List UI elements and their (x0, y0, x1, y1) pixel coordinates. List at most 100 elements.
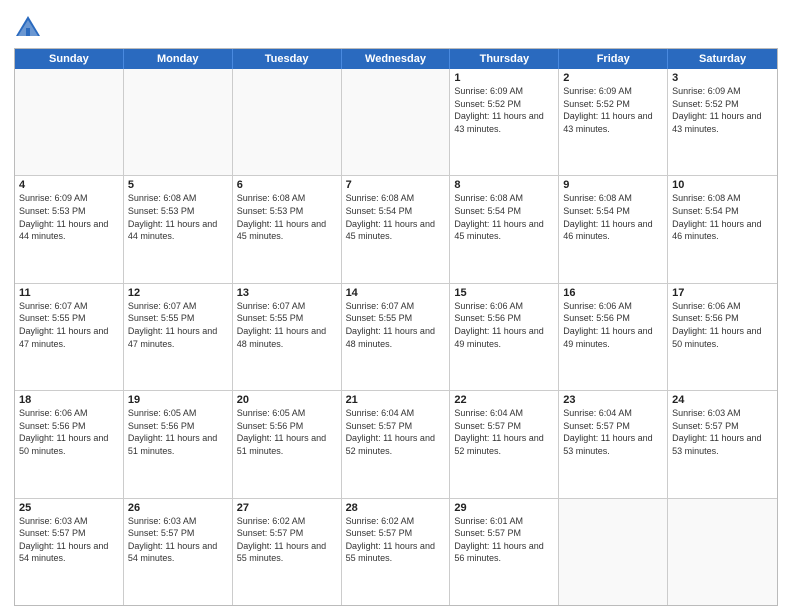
calendar-cell: 10Sunrise: 6:08 AM Sunset: 5:54 PM Dayli… (668, 176, 777, 282)
day-info: Sunrise: 6:08 AM Sunset: 5:54 PM Dayligh… (563, 192, 663, 242)
day-info: Sunrise: 6:07 AM Sunset: 5:55 PM Dayligh… (128, 300, 228, 350)
calendar-cell: 25Sunrise: 6:03 AM Sunset: 5:57 PM Dayli… (15, 499, 124, 605)
day-info: Sunrise: 6:01 AM Sunset: 5:57 PM Dayligh… (454, 515, 554, 565)
calendar-cell: 4Sunrise: 6:09 AM Sunset: 5:53 PM Daylig… (15, 176, 124, 282)
calendar-cell: 13Sunrise: 6:07 AM Sunset: 5:55 PM Dayli… (233, 284, 342, 390)
calendar-row: 11Sunrise: 6:07 AM Sunset: 5:55 PM Dayli… (15, 283, 777, 390)
calendar-cell: 15Sunrise: 6:06 AM Sunset: 5:56 PM Dayli… (450, 284, 559, 390)
day-number: 14 (346, 287, 446, 299)
calendar-cell: 22Sunrise: 6:04 AM Sunset: 5:57 PM Dayli… (450, 391, 559, 497)
calendar-day-header: Sunday (15, 49, 124, 69)
calendar-cell: 18Sunrise: 6:06 AM Sunset: 5:56 PM Dayli… (15, 391, 124, 497)
day-number: 27 (237, 502, 337, 514)
day-number: 25 (19, 502, 119, 514)
day-number: 10 (672, 179, 773, 191)
calendar-day-header: Wednesday (342, 49, 451, 69)
day-info: Sunrise: 6:02 AM Sunset: 5:57 PM Dayligh… (237, 515, 337, 565)
calendar-cell: 16Sunrise: 6:06 AM Sunset: 5:56 PM Dayli… (559, 284, 668, 390)
day-info: Sunrise: 6:03 AM Sunset: 5:57 PM Dayligh… (19, 515, 119, 565)
day-number: 7 (346, 179, 446, 191)
day-number: 1 (454, 72, 554, 84)
day-number: 23 (563, 394, 663, 406)
logo (14, 14, 46, 42)
day-info: Sunrise: 6:05 AM Sunset: 5:56 PM Dayligh… (128, 407, 228, 457)
calendar-cell (559, 499, 668, 605)
day-info: Sunrise: 6:08 AM Sunset: 5:54 PM Dayligh… (346, 192, 446, 242)
calendar-cell: 9Sunrise: 6:08 AM Sunset: 5:54 PM Daylig… (559, 176, 668, 282)
calendar-cell (342, 69, 451, 175)
day-number: 12 (128, 287, 228, 299)
calendar-body: 1Sunrise: 6:09 AM Sunset: 5:52 PM Daylig… (15, 69, 777, 605)
day-info: Sunrise: 6:04 AM Sunset: 5:57 PM Dayligh… (454, 407, 554, 457)
day-number: 24 (672, 394, 773, 406)
day-info: Sunrise: 6:03 AM Sunset: 5:57 PM Dayligh… (672, 407, 773, 457)
day-number: 5 (128, 179, 228, 191)
calendar-cell (233, 69, 342, 175)
calendar-cell: 29Sunrise: 6:01 AM Sunset: 5:57 PM Dayli… (450, 499, 559, 605)
day-info: Sunrise: 6:06 AM Sunset: 5:56 PM Dayligh… (19, 407, 119, 457)
day-info: Sunrise: 6:09 AM Sunset: 5:52 PM Dayligh… (454, 85, 554, 135)
calendar-day-header: Tuesday (233, 49, 342, 69)
day-info: Sunrise: 6:08 AM Sunset: 5:54 PM Dayligh… (454, 192, 554, 242)
day-number: 8 (454, 179, 554, 191)
calendar-day-header: Thursday (450, 49, 559, 69)
calendar-cell: 21Sunrise: 6:04 AM Sunset: 5:57 PM Dayli… (342, 391, 451, 497)
calendar-cell: 7Sunrise: 6:08 AM Sunset: 5:54 PM Daylig… (342, 176, 451, 282)
day-number: 11 (19, 287, 119, 299)
calendar-row: 18Sunrise: 6:06 AM Sunset: 5:56 PM Dayli… (15, 390, 777, 497)
calendar-day-header: Monday (124, 49, 233, 69)
page: SundayMondayTuesdayWednesdayThursdayFrid… (0, 0, 792, 612)
day-info: Sunrise: 6:07 AM Sunset: 5:55 PM Dayligh… (19, 300, 119, 350)
calendar-cell (15, 69, 124, 175)
day-info: Sunrise: 6:08 AM Sunset: 5:54 PM Dayligh… (672, 192, 773, 242)
calendar-cell: 20Sunrise: 6:05 AM Sunset: 5:56 PM Dayli… (233, 391, 342, 497)
calendar-cell: 1Sunrise: 6:09 AM Sunset: 5:52 PM Daylig… (450, 69, 559, 175)
day-number: 2 (563, 72, 663, 84)
day-info: Sunrise: 6:06 AM Sunset: 5:56 PM Dayligh… (672, 300, 773, 350)
calendar-cell: 8Sunrise: 6:08 AM Sunset: 5:54 PM Daylig… (450, 176, 559, 282)
day-info: Sunrise: 6:09 AM Sunset: 5:52 PM Dayligh… (563, 85, 663, 135)
day-number: 20 (237, 394, 337, 406)
calendar-day-header: Friday (559, 49, 668, 69)
day-number: 26 (128, 502, 228, 514)
calendar-cell: 5Sunrise: 6:08 AM Sunset: 5:53 PM Daylig… (124, 176, 233, 282)
day-info: Sunrise: 6:05 AM Sunset: 5:56 PM Dayligh… (237, 407, 337, 457)
day-number: 28 (346, 502, 446, 514)
calendar-cell: 12Sunrise: 6:07 AM Sunset: 5:55 PM Dayli… (124, 284, 233, 390)
calendar-cell: 3Sunrise: 6:09 AM Sunset: 5:52 PM Daylig… (668, 69, 777, 175)
day-number: 6 (237, 179, 337, 191)
day-number: 17 (672, 287, 773, 299)
calendar-cell: 6Sunrise: 6:08 AM Sunset: 5:53 PM Daylig… (233, 176, 342, 282)
day-number: 19 (128, 394, 228, 406)
calendar-header: SundayMondayTuesdayWednesdayThursdayFrid… (15, 49, 777, 69)
day-number: 9 (563, 179, 663, 191)
day-number: 16 (563, 287, 663, 299)
calendar-row: 1Sunrise: 6:09 AM Sunset: 5:52 PM Daylig… (15, 69, 777, 175)
day-number: 18 (19, 394, 119, 406)
calendar-cell: 17Sunrise: 6:06 AM Sunset: 5:56 PM Dayli… (668, 284, 777, 390)
calendar-cell (124, 69, 233, 175)
day-number: 21 (346, 394, 446, 406)
day-info: Sunrise: 6:08 AM Sunset: 5:53 PM Dayligh… (128, 192, 228, 242)
logo-icon (14, 14, 42, 42)
day-number: 29 (454, 502, 554, 514)
day-number: 15 (454, 287, 554, 299)
calendar-row: 25Sunrise: 6:03 AM Sunset: 5:57 PM Dayli… (15, 498, 777, 605)
calendar-cell: 24Sunrise: 6:03 AM Sunset: 5:57 PM Dayli… (668, 391, 777, 497)
day-info: Sunrise: 6:09 AM Sunset: 5:53 PM Dayligh… (19, 192, 119, 242)
calendar-cell: 27Sunrise: 6:02 AM Sunset: 5:57 PM Dayli… (233, 499, 342, 605)
day-info: Sunrise: 6:06 AM Sunset: 5:56 PM Dayligh… (454, 300, 554, 350)
calendar-cell: 26Sunrise: 6:03 AM Sunset: 5:57 PM Dayli… (124, 499, 233, 605)
calendar-cell (668, 499, 777, 605)
header (14, 10, 778, 42)
day-number: 3 (672, 72, 773, 84)
day-info: Sunrise: 6:04 AM Sunset: 5:57 PM Dayligh… (563, 407, 663, 457)
day-number: 4 (19, 179, 119, 191)
calendar-cell: 23Sunrise: 6:04 AM Sunset: 5:57 PM Dayli… (559, 391, 668, 497)
calendar-cell: 19Sunrise: 6:05 AM Sunset: 5:56 PM Dayli… (124, 391, 233, 497)
calendar-row: 4Sunrise: 6:09 AM Sunset: 5:53 PM Daylig… (15, 175, 777, 282)
day-info: Sunrise: 6:09 AM Sunset: 5:52 PM Dayligh… (672, 85, 773, 135)
day-info: Sunrise: 6:03 AM Sunset: 5:57 PM Dayligh… (128, 515, 228, 565)
calendar-day-header: Saturday (668, 49, 777, 69)
calendar-cell: 14Sunrise: 6:07 AM Sunset: 5:55 PM Dayli… (342, 284, 451, 390)
